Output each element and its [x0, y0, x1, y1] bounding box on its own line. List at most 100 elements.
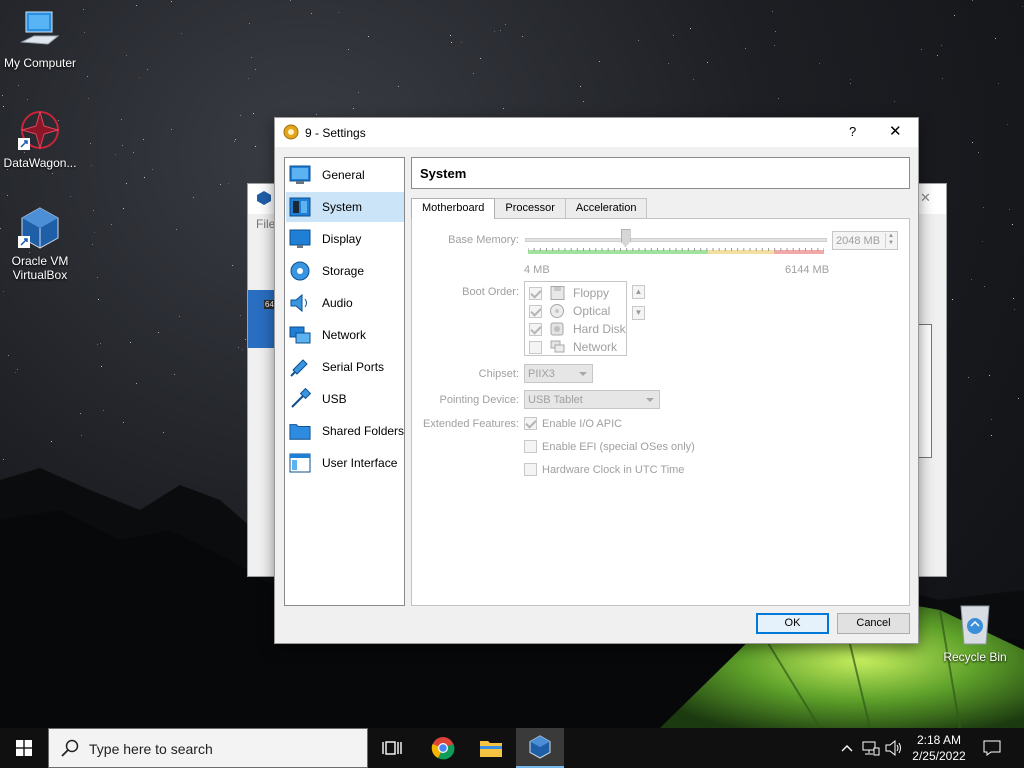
system-icon [289, 196, 311, 218]
nav-item-system[interactable]: System [286, 192, 404, 222]
feature-io-apic[interactable]: Enable I/O APIC [524, 417, 622, 430]
nav-item-display[interactable]: Display [286, 224, 404, 254]
boot-hard-disk-checkbox[interactable] [529, 322, 542, 336]
base-memory-spinbox[interactable]: 2048 MB ▲ ▼ [832, 231, 898, 250]
boot-item-hard-disk[interactable]: Hard Disk [529, 320, 626, 338]
desktop-icon-recycle-bin[interactable]: Recycle Bin [935, 602, 1015, 664]
tab-motherboard[interactable]: Motherboard [411, 198, 496, 219]
shared-folders-icon [289, 420, 311, 442]
start-button[interactable] [0, 728, 48, 768]
usb-icon [289, 388, 311, 410]
taskbar: Type here to search 2:18 AM 2/25/2022 [0, 728, 1024, 768]
pointing-device-label: Pointing Device: [439, 394, 520, 406]
spin-arrows-icon[interactable]: ▲ ▼ [885, 233, 896, 248]
cancel-button[interactable]: Cancel [837, 613, 910, 634]
network-tray-button[interactable] [861, 728, 881, 768]
desktop-icon-label: My Computer [3, 56, 77, 70]
taskbar-search-box[interactable]: Type here to search [48, 728, 368, 768]
nav-item-audio[interactable]: Audio [286, 288, 404, 318]
audio-icon [289, 292, 311, 314]
storage-icon [289, 260, 311, 282]
desktop-icon-my-computer[interactable]: My Computer [0, 8, 80, 70]
menu-file[interactable]: File [256, 217, 275, 231]
nav-item-storage[interactable]: Storage [286, 256, 404, 286]
nav-item-usb[interactable]: USB [286, 384, 404, 414]
display-icon [289, 228, 311, 250]
settings-dialog[interactable]: 9 - Settings ? ✕ General System Display [274, 117, 919, 644]
file-explorer-taskbar-button[interactable] [467, 728, 515, 768]
network-icon [289, 324, 311, 346]
notification-icon [983, 740, 1001, 756]
close-icon[interactable]: ✕ [920, 190, 931, 206]
extended-features-label: Extended Features: [422, 418, 519, 430]
ok-button[interactable]: OK [756, 613, 829, 634]
chevron-down-icon [646, 398, 654, 402]
chevron-up-icon [841, 745, 853, 752]
boot-optical-checkbox[interactable] [529, 304, 542, 318]
settings-nav-list: General System Display Storage Audio Net… [284, 157, 405, 606]
folder-icon [480, 741, 502, 757]
nav-item-general[interactable]: General [286, 160, 404, 190]
boot-item-floppy[interactable]: Floppy [529, 284, 609, 302]
tab-processor[interactable]: Processor [494, 198, 566, 218]
pointing-device-value: USB Tablet [528, 394, 583, 406]
serial-ports-icon [289, 356, 311, 378]
boot-item-network[interactable]: Network [529, 338, 617, 356]
memory-range-bar [528, 248, 824, 254]
datawagon-logo-icon [18, 108, 62, 152]
nav-item-shared-folders[interactable]: Shared Folders [286, 416, 404, 446]
nav-item-user-interface[interactable]: User Interface [286, 448, 404, 478]
preview-frame [918, 324, 932, 458]
desktop-icon-virtualbox[interactable]: Oracle VM VirtualBox [0, 206, 80, 282]
boot-order-list: Floppy Optical Hard Disk Network [524, 281, 627, 356]
windows-logo-icon [16, 740, 32, 756]
section-title: System [420, 166, 467, 181]
task-view-button[interactable] [368, 728, 416, 768]
io-apic-checkbox[interactable] [524, 417, 537, 430]
chrome-taskbar-button[interactable] [419, 728, 467, 768]
help-button[interactable]: ? [849, 124, 856, 139]
chipset-combobox[interactable]: PIIX3 [524, 364, 593, 383]
boot-item-optical[interactable]: Optical [529, 302, 610, 320]
clock-time: 2:18 AM [916, 733, 962, 747]
boot-network-checkbox[interactable] [529, 340, 542, 354]
taskbar-clock[interactable]: 2:18 AM 2/25/2022 [900, 732, 978, 764]
feature-utc-clock[interactable]: Hardware Clock in UTC Time [524, 463, 684, 476]
boot-order-label: Boot Order: [462, 286, 519, 298]
memory-max-label: 6144 MB [785, 264, 830, 276]
dialog-titlebar: 9 - Settings ? ✕ [275, 118, 918, 147]
move-up-button[interactable]: ▲ [632, 285, 645, 299]
virtualbox-icon [18, 206, 62, 250]
desktop-icon-label: Recycle Bin [943, 650, 1007, 664]
nav-item-serial-ports[interactable]: Serial Ports [286, 352, 404, 382]
floppy-icon [550, 286, 565, 300]
show-hidden-icons-button[interactable] [838, 728, 856, 768]
move-down-button[interactable]: ▼ [632, 306, 645, 320]
virtualbox-taskbar-button[interactable] [516, 728, 564, 768]
section-header: System [411, 157, 910, 189]
boot-floppy-checkbox[interactable] [529, 286, 542, 300]
utc-clock-checkbox[interactable] [524, 463, 537, 476]
desktop-icon-label: DataWagon... [3, 156, 77, 170]
pointing-device-combobox[interactable]: USB Tablet [524, 390, 660, 409]
user-interface-icon [289, 452, 311, 474]
base-memory-label: Base Memory: [448, 234, 519, 246]
virtualbox-icon [257, 191, 271, 205]
network-wired-icon [862, 741, 880, 756]
dialog-title: 9 - Settings [305, 126, 366, 140]
base-memory-slider-thumb[interactable] [620, 229, 631, 247]
motherboard-panel: Base Memory: 2048 MB ▲ ▼ 4 MB 6144 MB Boo… [411, 218, 910, 606]
action-center-button[interactable] [980, 728, 1004, 768]
nav-item-network[interactable]: Network [286, 320, 404, 350]
desktop-icon-datawagon[interactable]: DataWagon... [0, 108, 80, 170]
computer-icon [18, 8, 62, 52]
base-memory-slider[interactable] [525, 238, 827, 242]
feature-efi[interactable]: Enable EFI (special OSes only) [524, 440, 695, 453]
network-boot-icon [550, 340, 565, 353]
close-button[interactable]: ✕ [889, 122, 902, 140]
tab-bar: Motherboard Processor Acceleration [411, 198, 648, 219]
efi-checkbox[interactable] [524, 440, 537, 453]
tab-acceleration[interactable]: Acceleration [564, 198, 648, 218]
selected-vm-item[interactable]: 64 [248, 290, 276, 348]
optical-icon [550, 304, 564, 318]
